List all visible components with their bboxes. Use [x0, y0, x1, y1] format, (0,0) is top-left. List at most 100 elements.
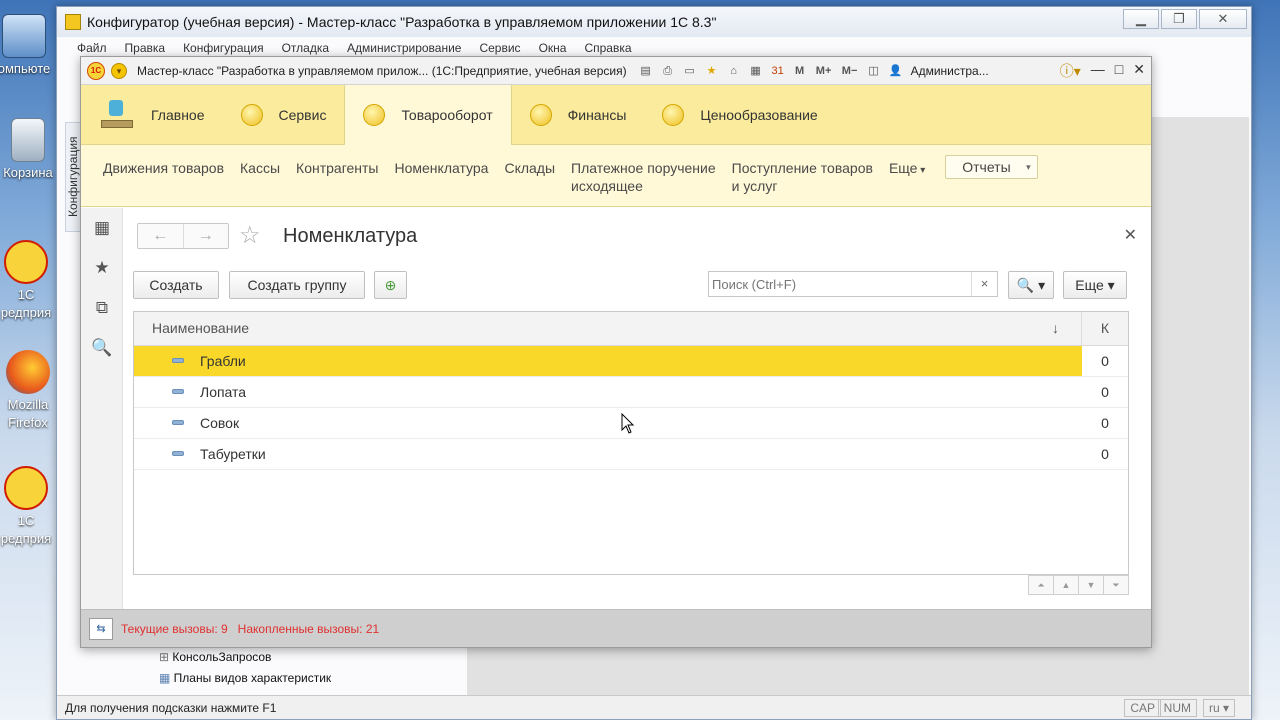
command-goods-receipt[interactable]: Поступление товаров и услуг	[724, 159, 881, 195]
menu-edit[interactable]: Правка	[125, 37, 166, 55]
history-icon[interactable]: ⧉	[81, 288, 123, 328]
desktop-icon-recycle-bin[interactable]: Корзина	[0, 118, 58, 182]
create-button[interactable]: Создать	[133, 271, 219, 299]
form-close-icon[interactable]: ✕	[1124, 225, 1137, 245]
language-indicator[interactable]: ru ▾	[1202, 699, 1235, 717]
add-copy-icon: ⊕	[384, 277, 397, 293]
configurator-statusbar: Для получения подсказки нажмите F1 CAP N…	[57, 695, 1251, 719]
table-row[interactable]: Лопата 0	[134, 377, 1128, 408]
favorites-star-icon[interactable]: ★	[81, 248, 123, 288]
section-circle-icon	[363, 103, 386, 126]
user-icon: 👤	[888, 64, 903, 77]
tree-item-label: Планы видов характеристик	[173, 671, 332, 685]
table-row[interactable]: Грабли 0	[134, 346, 1128, 377]
item-icon	[172, 389, 184, 394]
command-nomenclature[interactable]: Номенклатура	[387, 159, 497, 177]
computer-icon	[2, 14, 46, 58]
current-user[interactable]: Администра...	[911, 64, 989, 78]
apps-grid-icon[interactable]: ▦	[81, 208, 123, 248]
tree-item-characteristic-plans[interactable]: ▦ Планы видов характеристик	[105, 668, 465, 689]
column-header-name[interactable]: Наименование ↓	[134, 312, 1082, 345]
reports-button[interactable]: Отчеты	[945, 155, 1038, 179]
menu-file[interactable]: Файл	[77, 37, 107, 55]
item-icon	[172, 451, 184, 456]
menu-debug[interactable]: Отладка	[282, 37, 329, 55]
expand-icon[interactable]: ⊞	[159, 650, 172, 664]
desktop-icon-1c-1[interactable]: 1С редприя	[0, 240, 56, 322]
column-header-code[interactable]: К	[1082, 312, 1128, 345]
maximize-button[interactable]: ❐	[1161, 9, 1197, 29]
section-main[interactable]: Главное	[81, 85, 223, 145]
minimize-button[interactable]: ▁	[1123, 9, 1159, 29]
tree-item-console[interactable]: ⊞ КонсольЗапросов	[105, 647, 465, 668]
menu-administration[interactable]: Администрирование	[347, 37, 461, 55]
memory-minus-icon[interactable]: M−	[839, 62, 861, 80]
configurator-title: Конфигуратор (учебная версия) - Мастер-к…	[87, 14, 717, 30]
back-arrow-icon[interactable]: ←	[138, 224, 184, 248]
commands-panel: Движения товаров Кассы Контрагенты Номен…	[81, 145, 1151, 207]
memory-plus-icon[interactable]: M+	[813, 62, 835, 80]
copy-button[interactable]: ⊕	[374, 271, 407, 299]
command-goods-movements[interactable]: Движения товаров	[95, 159, 232, 177]
1c-logo-icon	[4, 466, 48, 510]
enterprise-title: Мастер-класс "Разработка в управляемом п…	[137, 63, 627, 78]
command-payment-order[interactable]: Платежное поручение исходящее	[563, 159, 724, 195]
favorite-star-icon[interactable]: ☆	[239, 221, 261, 250]
history-icon[interactable]: ⌂	[725, 62, 743, 80]
table-row[interactable]: Табуретки 0	[134, 439, 1128, 470]
maximize-button[interactable]: □	[1115, 61, 1123, 81]
row-code: 0	[1101, 353, 1109, 369]
save-icon[interactable]: ▤	[637, 62, 655, 80]
menu-help[interactable]: Справка	[584, 37, 631, 55]
language-label: ru	[1208, 701, 1220, 715]
column-header-label: Наименование	[152, 320, 250, 336]
desktop-icon-label: 1С редприя	[0, 513, 52, 546]
search-button[interactable]: 🔍 ▾	[1008, 271, 1054, 299]
panels-icon[interactable]: ◫	[865, 62, 883, 80]
command-counterparties[interactable]: Контрагенты	[288, 159, 386, 177]
command-warehouses[interactable]: Склады	[496, 159, 563, 177]
section-service[interactable]: Сервис	[223, 85, 345, 145]
close-button[interactable]: ✕	[1199, 9, 1247, 29]
create-group-button[interactable]: Создать группу	[229, 271, 365, 299]
memory-m-icon[interactable]: M	[791, 62, 809, 80]
table-header: Наименование ↓ К	[134, 312, 1128, 346]
search-field[interactable]: ×	[708, 271, 998, 297]
favorites-icon[interactable]: ★	[703, 62, 721, 80]
menu-windows[interactable]: Окна	[539, 37, 567, 55]
minimize-button[interactable]: —	[1091, 61, 1105, 81]
calculator-icon[interactable]: ▦	[747, 62, 765, 80]
forward-arrow-icon[interactable]: →	[184, 224, 229, 248]
menu-configuration[interactable]: Конфигурация	[183, 37, 264, 55]
form-more-button[interactable]: Еще ▾	[1063, 271, 1127, 299]
search-input[interactable]	[709, 272, 971, 296]
command-more[interactable]: Еще	[881, 159, 933, 180]
print-icon[interactable]: ⎙	[659, 62, 677, 80]
desktop-icon-1c-2[interactable]: 1С редприя	[0, 466, 56, 548]
server-calls-icon[interactable]: ⇆	[89, 618, 113, 640]
info-icon[interactable]: ⓘ▾	[1060, 61, 1081, 81]
preview-icon[interactable]: ▭	[681, 62, 699, 80]
configuration-tree: ⊞ КонсольЗапросов ▦ Планы видов характер…	[105, 647, 465, 689]
main-menu-icon[interactable]: ▾	[111, 62, 127, 79]
cap-indicator: CAP	[1124, 699, 1161, 717]
calendar-icon[interactable]: 31	[769, 62, 787, 80]
scroll-down-icon[interactable]: ▼	[1078, 575, 1104, 595]
scroll-bottom-icon[interactable]: ⏷	[1103, 575, 1129, 595]
search-icon[interactable]: 🔍	[81, 328, 123, 368]
section-finance[interactable]: Финансы	[512, 85, 645, 145]
enterprise-toolbar: ▤ ⎙ ▭ ★ ⌂ ▦ 31 M M+ M− ◫ 👤	[637, 62, 905, 80]
mouse-cursor-icon	[621, 413, 635, 434]
section-trade[interactable]: Товарооборот	[344, 84, 512, 145]
desktop-icon-computer[interactable]: омпьюте	[0, 14, 54, 78]
scroll-top-icon[interactable]: ⏶	[1028, 575, 1054, 595]
desktop-icon-firefox[interactable]: Mozilla Firefox	[0, 350, 58, 432]
clear-search-icon[interactable]: ×	[971, 272, 997, 296]
command-cash-desks[interactable]: Кассы	[232, 159, 288, 177]
section-pricing[interactable]: Ценообразование	[644, 85, 835, 145]
scroll-up-icon[interactable]: ▲	[1053, 575, 1079, 595]
nomenclature-form: ← → ☆ Номенклатура ✕ Создать Создать гру…	[125, 209, 1151, 609]
desk-lamp-icon	[99, 99, 135, 130]
close-button[interactable]: ✕	[1133, 61, 1145, 81]
menu-service[interactable]: Сервис	[479, 37, 520, 55]
